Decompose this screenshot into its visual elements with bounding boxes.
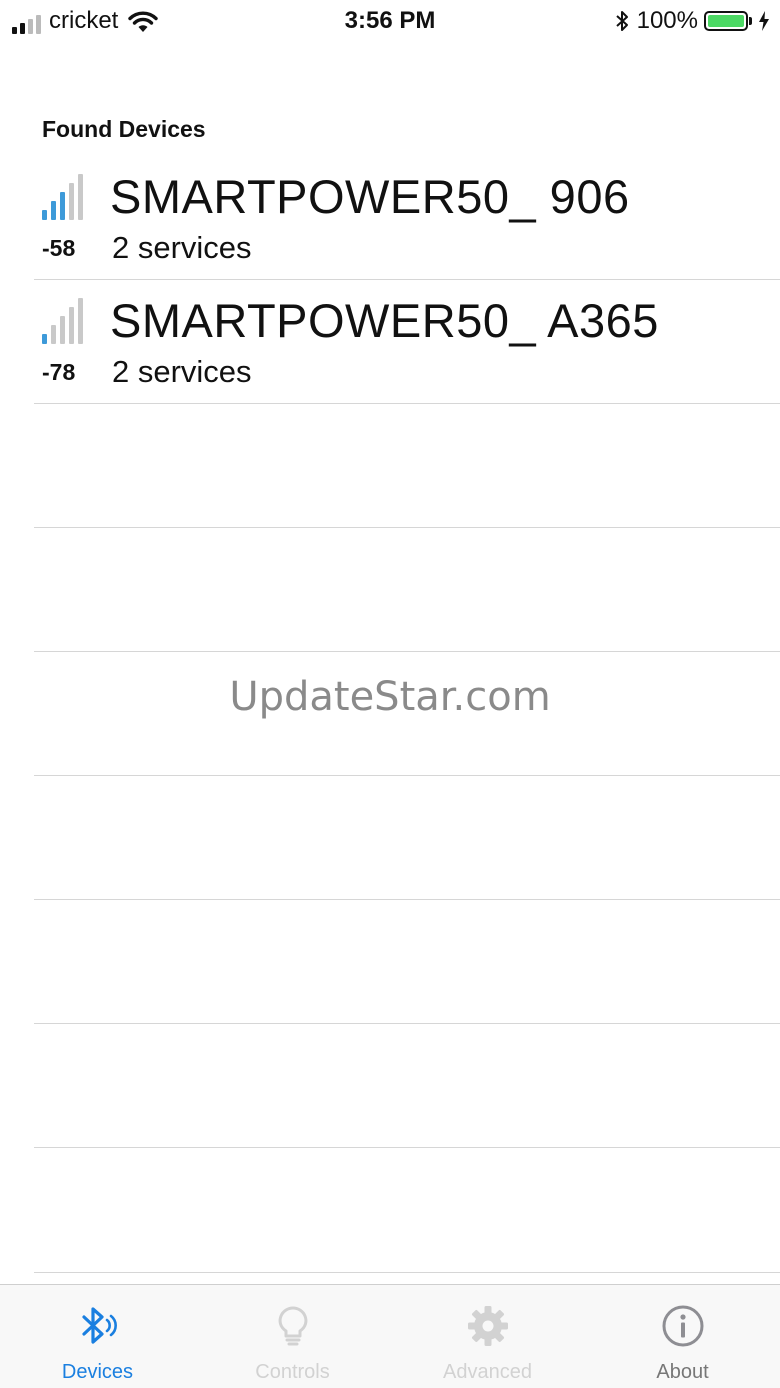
- empty-row: [34, 776, 780, 900]
- empty-row: [34, 1148, 780, 1273]
- device-row[interactable]: SMARTPOWER50_ 906 -58 2 services: [34, 156, 780, 280]
- device-name: SMARTPOWER50_ A365: [110, 294, 659, 347]
- empty-row: [34, 1024, 780, 1148]
- tab-advanced[interactable]: Advanced: [390, 1285, 585, 1388]
- empty-row: [34, 900, 780, 1024]
- signal-strength-icon: [42, 298, 83, 344]
- battery-icon: [704, 11, 748, 31]
- bluetooth-status-icon: [615, 11, 628, 31]
- signal-strength-icon: [42, 174, 83, 220]
- tab-label: Advanced: [443, 1361, 532, 1383]
- device-services: 2 services: [112, 230, 252, 265]
- tab-devices[interactable]: Devices: [0, 1285, 195, 1388]
- device-services: 2 services: [112, 354, 252, 389]
- tab-controls[interactable]: Controls: [195, 1285, 390, 1388]
- battery-percent: 100%: [636, 7, 698, 34]
- status-bar: cricket 3:56 PM 100%: [0, 0, 780, 44]
- device-row[interactable]: SMARTPOWER50_ A365 -78 2 services: [34, 280, 780, 404]
- tab-label: About: [656, 1361, 709, 1383]
- bluetooth-icon: [81, 1307, 117, 1344]
- info-icon: [662, 1305, 703, 1347]
- device-name: SMARTPOWER50_ 906: [110, 170, 630, 223]
- section-title: Found Devices: [42, 116, 206, 142]
- lightbulb-icon: [278, 1306, 307, 1346]
- watermark: UpdateStar.com: [229, 674, 551, 720]
- status-right: 100%: [615, 7, 770, 35]
- tab-label: Devices: [61, 1361, 134, 1383]
- tab-bar: Devices Controls Advanced About: [0, 1284, 780, 1388]
- tab-about[interactable]: About: [585, 1285, 780, 1388]
- gear-icon: [467, 1306, 508, 1346]
- battery-nub: [749, 17, 752, 25]
- empty-row: [34, 404, 780, 528]
- device-rssi: -78: [42, 359, 76, 385]
- empty-row: [34, 528, 780, 652]
- tab-label: Controls: [255, 1361, 330, 1383]
- device-rssi: -58: [42, 235, 76, 261]
- charging-bolt-icon: [759, 11, 769, 31]
